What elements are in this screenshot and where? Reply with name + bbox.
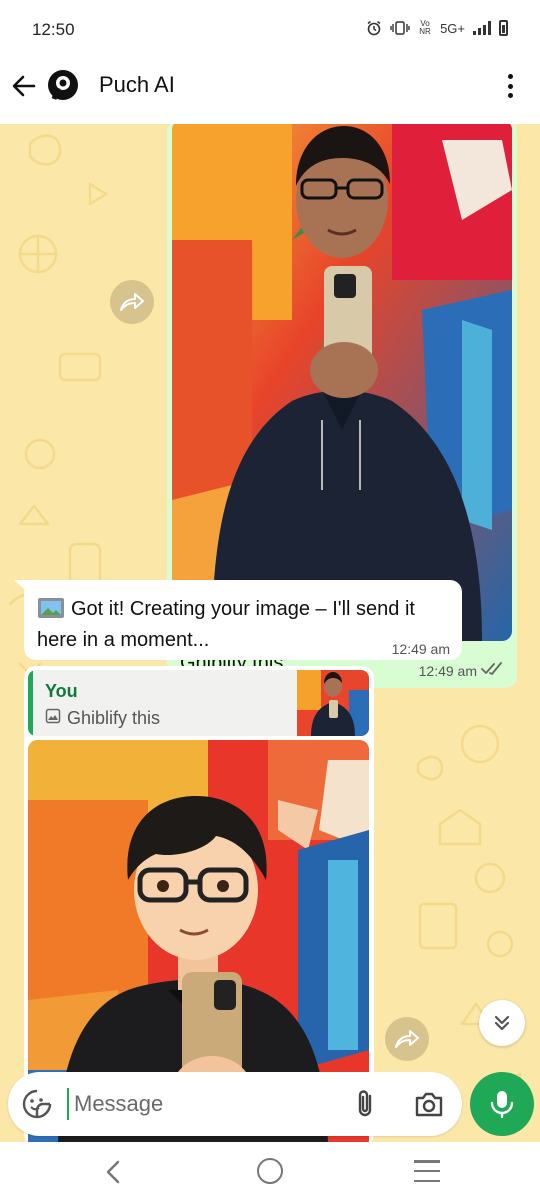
network-label: 5G+	[440, 20, 465, 36]
battery-icon	[499, 20, 508, 36]
arrow-left-icon[interactable]	[10, 72, 38, 100]
vibrate-icon	[390, 20, 410, 36]
paperclip-icon[interactable]	[352, 1088, 380, 1120]
quote-text-body: Ghiblify this	[67, 708, 161, 728]
system-nav-bar	[0, 1142, 540, 1200]
forward-icon[interactable]	[110, 280, 154, 324]
status-time: 12:50	[32, 20, 75, 39]
nav-back-icon[interactable]	[100, 1158, 128, 1186]
incoming-time: 12:49 am	[391, 641, 450, 657]
scroll-to-bottom-button[interactable]	[479, 1000, 525, 1046]
incoming-image-message[interactable]: You Ghiblify this	[24, 666, 374, 1142]
incoming-text-body: Got it! Creating your image – I'll send …	[37, 598, 415, 651]
message-input[interactable]	[74, 1086, 334, 1122]
quote-thumbnail	[297, 670, 369, 736]
status-icons: Vo NR 5G+	[366, 20, 508, 36]
signal-icon	[473, 21, 491, 35]
incoming-text-message[interactable]: Got it! Creating your image – I'll send …	[24, 580, 462, 660]
forward-icon[interactable]	[385, 1017, 429, 1061]
volte-label: Vo NR	[419, 19, 431, 36]
chevrons-down-icon	[494, 1015, 510, 1031]
alarm-icon	[366, 20, 382, 36]
quote-bar	[28, 670, 33, 736]
more-vertical-icon[interactable]	[500, 72, 520, 100]
image-icon	[45, 708, 61, 729]
incoming-text: Got it! Creating your image – I'll send …	[37, 594, 447, 656]
puch-logo-icon[interactable]	[46, 68, 80, 102]
quote-text: Ghiblify this	[45, 708, 160, 729]
quoted-message[interactable]: You Ghiblify this	[28, 670, 369, 736]
chat-header: Puch AI	[0, 60, 540, 124]
message-composer	[8, 1072, 462, 1136]
camera-icon[interactable]	[413, 1089, 445, 1119]
quote-author: You	[45, 681, 78, 701]
text-cursor	[67, 1088, 69, 1120]
outgoing-meta: 12:49 am	[419, 662, 503, 679]
chat-area[interactable]: Ghiblify this 12:49 am Got it! Creating …	[0, 124, 540, 1142]
sticker-icon[interactable]	[22, 1089, 52, 1119]
selfie-photo[interactable]	[172, 124, 512, 641]
outgoing-time: 12:49 am	[418, 662, 477, 679]
nav-home-icon[interactable]	[257, 1158, 283, 1184]
chat-title[interactable]: Puch AI	[99, 72, 175, 98]
status-bar: 12:50 Vo NR 5G+	[0, 0, 540, 60]
nav-recents-icon[interactable]	[414, 1160, 440, 1182]
mic-button[interactable]	[470, 1072, 534, 1136]
framed-picture-icon	[37, 597, 65, 619]
double-check-icon	[481, 662, 503, 679]
mic-icon	[490, 1091, 514, 1119]
